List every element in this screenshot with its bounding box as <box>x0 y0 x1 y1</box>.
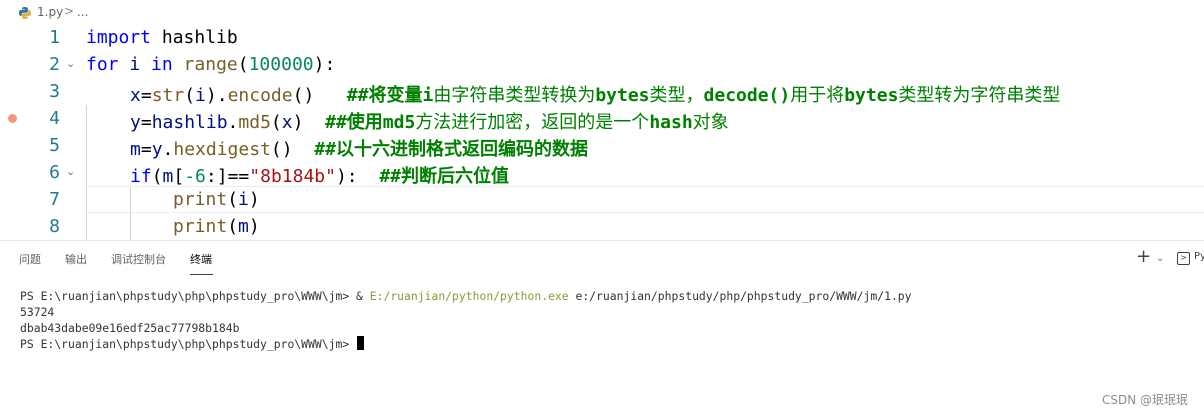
line-number: 3 <box>49 81 60 102</box>
code-comment: ##以十六进制格式返回编码的数据 <box>292 139 588 160</box>
terminal-line: dbab43dabe09e16edf25ac77798b184b <box>20 321 240 335</box>
terminal-dropdown-chevron-icon[interactable]: ⌄ <box>1156 253 1164 264</box>
terminal-profile-label[interactable]: Py <box>1194 251 1204 262</box>
line-number: 6 <box>49 162 60 183</box>
line-number: 5 <box>49 135 60 156</box>
breadcrumb: 1.py > ... <box>0 0 1204 26</box>
code-comment: ##使用md5方法进行加密，返回的是一个hash对象 <box>303 112 729 133</box>
code-line[interactable]: 4 y=hashlib.md5(x) ##使用md5方法进行加密，返回的是一个h… <box>0 105 1204 134</box>
code-line[interactable]: 6 ⌄ if(m[-6:]=="8b184b"): ##判断后六位值 <box>0 159 1204 188</box>
breadcrumb-file[interactable]: 1.py <box>37 5 63 19</box>
code-comment: ##将变量i由字符串类型转换为bytes类型，decode()用于将bytes类… <box>314 85 1061 106</box>
code-editor[interactable]: 1 import hashlib 2 ⌄ for i in range(1000… <box>0 24 1204 240</box>
panel-tabs: 问题 输出 调试控制台 终端 + ⌄ > Py <box>0 241 1204 277</box>
tab-debug-console[interactable]: 调试控制台 <box>111 251 166 267</box>
line-number: 4 <box>49 108 60 129</box>
terminal-output[interactable]: PS E:\ruanjian\phpstudy\php\phpstudy_pro… <box>20 288 912 352</box>
active-tab-indicator <box>190 274 213 275</box>
python-file-icon <box>19 7 31 19</box>
terminal-line: PS E:\ruanjian\phpstudy\php\phpstudy_pro… <box>20 289 912 303</box>
code-line[interactable]: 5 m=y.hexdigest() ##以十六进制格式返回编码的数据 <box>0 132 1204 161</box>
code-text[interactable]: m=y.hexdigest() ##以十六进制格式返回编码的数据 <box>130 135 588 161</box>
terminal-icon[interactable]: > <box>1177 252 1190 265</box>
code-text[interactable]: y=hashlib.md5(x) ##使用md5方法进行加密，返回的是一个has… <box>130 108 729 134</box>
code-text[interactable]: x=str(i).encode() ##将变量i由字符串类型转换为bytes类型… <box>130 81 1060 107</box>
tab-terminal[interactable]: 终端 <box>190 251 212 267</box>
fold-chevron-icon[interactable]: ⌄ <box>66 58 76 69</box>
bottom-panel: 问题 输出 调试控制台 终端 + ⌄ > Py PS E:\ruanjian\p… <box>0 240 1204 416</box>
code-line[interactable]: 1 import hashlib <box>0 24 1204 51</box>
code-text[interactable]: print(i) <box>173 189 260 210</box>
terminal-line: 53724 <box>20 305 55 319</box>
code-text[interactable]: if(m[-6:]=="8b184b"): ##判断后六位值 <box>130 162 509 188</box>
watermark: CSDN @珉珉珉 <box>1101 393 1188 407</box>
line-number: 7 <box>49 189 60 210</box>
terminal-cursor <box>357 336 365 350</box>
code-text[interactable]: print(m) <box>173 216 260 237</box>
code-line[interactable]: 2 ⌄ for i in range(100000): <box>0 51 1204 78</box>
code-text[interactable]: import hashlib <box>86 27 238 48</box>
code-line[interactable]: 8 print(m) <box>0 213 1204 240</box>
code-line[interactable]: 3 x=str(i).encode() ##将变量i由字符串类型转换为bytes… <box>0 78 1204 107</box>
code-text[interactable]: for i in range(100000): <box>86 54 335 75</box>
tab-problems[interactable]: 问题 <box>19 251 41 267</box>
line-number: 2 <box>49 54 60 75</box>
fold-chevron-icon[interactable]: ⌄ <box>66 166 76 177</box>
line-number: 1 <box>49 27 60 48</box>
line-number: 8 <box>49 216 60 237</box>
terminal-line: PS E:\ruanjian\phpstudy\php\phpstudy_pro… <box>20 336 912 352</box>
breadcrumb-separator-icon: > <box>64 4 75 18</box>
code-line-current[interactable]: 7 print(i) <box>0 186 1204 213</box>
breadcrumb-ellipsis[interactable]: ... <box>77 5 88 19</box>
code-comment: ##判断后六位值 <box>357 166 510 187</box>
new-terminal-plus-icon[interactable]: + <box>1136 248 1151 266</box>
breakpoint-hint-icon[interactable] <box>8 114 17 123</box>
tab-output[interactable]: 输出 <box>65 251 87 267</box>
